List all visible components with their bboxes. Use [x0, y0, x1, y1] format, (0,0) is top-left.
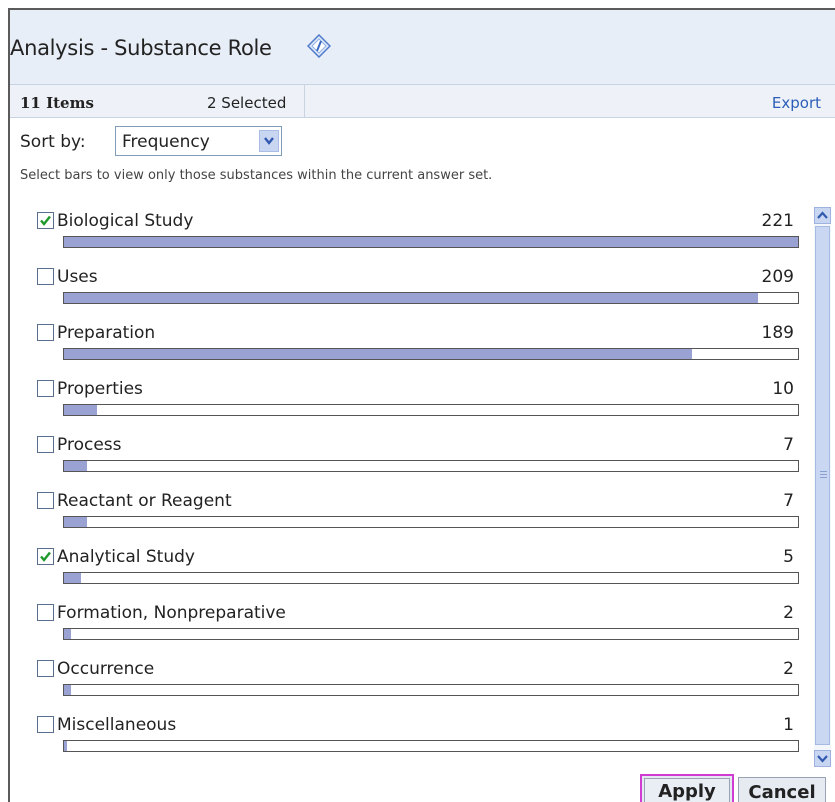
cancel-button[interactable]: Cancel: [738, 777, 826, 802]
frequency-bar-fill: [64, 629, 71, 639]
selected-count: 2 Selected: [207, 94, 287, 112]
chevron-up-icon: [817, 211, 828, 219]
frequency-bar-fill: [64, 517, 87, 527]
scroll-up-button[interactable]: [814, 207, 831, 224]
scroll-grip-line: [820, 471, 827, 472]
role-label: Miscellaneous: [57, 715, 177, 735]
scroll-grip-line: [820, 477, 827, 478]
cancel-button-label: Cancel: [748, 782, 816, 802]
scroll-down-button[interactable]: [814, 750, 831, 767]
export-link[interactable]: Export: [772, 94, 821, 112]
frequency-bar[interactable]: [63, 348, 799, 360]
role-label: Process: [57, 435, 122, 455]
role-count: 5: [783, 547, 794, 567]
hint-text: Select bars to view only those substance…: [20, 168, 493, 183]
checkmark-icon: [40, 215, 51, 226]
frequency-bar-fill: [64, 405, 97, 415]
info-diamond-icon[interactable]: [306, 33, 332, 59]
role-checkbox[interactable]: [37, 268, 54, 285]
frequency-bar-fill: [64, 237, 798, 247]
role-count: 1: [783, 715, 794, 735]
role-row: Analytical Study 5: [10, 546, 810, 602]
role-row: Formation, Nonpreparative 2: [10, 602, 810, 658]
role-checkbox[interactable]: [37, 548, 54, 565]
role-row: Properties 10: [10, 378, 810, 434]
role-label: Analytical Study: [57, 547, 195, 567]
sort-label: Sort by:: [20, 132, 86, 152]
apply-button-label: Apply: [658, 780, 716, 802]
frequency-bar[interactable]: [63, 460, 799, 472]
role-checkbox[interactable]: [37, 492, 54, 509]
frequency-bar[interactable]: [63, 572, 799, 584]
frequency-bar[interactable]: [63, 628, 799, 640]
apply-button[interactable]: Apply: [640, 774, 734, 802]
summary-divider: [304, 85, 305, 118]
role-label: Reactant or Reagent: [57, 491, 232, 511]
frequency-bar[interactable]: [63, 236, 799, 248]
checkmark-icon: [40, 551, 51, 562]
role-checkbox[interactable]: [37, 380, 54, 397]
frequency-bar[interactable]: [63, 404, 799, 416]
summary-bar: 11 Items 2 Selected Export: [10, 84, 835, 118]
frequency-bar[interactable]: [63, 740, 799, 752]
frequency-bar[interactable]: [63, 292, 799, 304]
role-count: 221: [761, 211, 794, 231]
analysis-panel: Analysis - Substance Role 11 Items 2 Sel…: [8, 8, 835, 802]
role-checkbox[interactable]: [37, 436, 54, 453]
role-label: Uses: [57, 267, 98, 287]
chevron-down-icon: [817, 755, 828, 763]
scroll-thumb[interactable]: [815, 226, 830, 745]
items-count: 11 Items: [20, 94, 94, 112]
role-count: 7: [783, 435, 794, 455]
role-row: Preparation 189: [10, 322, 810, 378]
role-row: Miscellaneous 1: [10, 714, 810, 770]
role-row: Reactant or Reagent 7: [10, 490, 810, 546]
role-count: 10: [772, 379, 794, 399]
role-checkbox[interactable]: [37, 324, 54, 341]
role-checkbox[interactable]: [37, 604, 54, 621]
panel-title: Analysis - Substance Role: [10, 36, 272, 60]
role-count: 2: [783, 659, 794, 679]
scrollbar[interactable]: [814, 207, 831, 767]
frequency-bar-fill: [64, 293, 758, 303]
chevron-down-icon[interactable]: [259, 130, 279, 152]
role-row: Process 7: [10, 434, 810, 490]
role-checkbox[interactable]: [37, 212, 54, 229]
role-label: Biological Study: [57, 211, 194, 231]
role-label: Preparation: [57, 323, 156, 343]
role-label: Formation, Nonpreparative: [57, 603, 286, 623]
role-count: 209: [761, 267, 794, 287]
frequency-bar-fill: [64, 349, 692, 359]
role-checkbox[interactable]: [37, 660, 54, 677]
frequency-bar-fill: [64, 741, 67, 751]
role-row: Biological Study 221: [10, 210, 810, 266]
role-checkbox[interactable]: [37, 716, 54, 733]
sort-select[interactable]: Frequency: [115, 126, 282, 156]
role-count: 7: [783, 491, 794, 511]
role-label: Properties: [57, 379, 143, 399]
frequency-bar-fill: [64, 461, 87, 471]
role-row: Occurrence 2: [10, 658, 810, 714]
frequency-bar-fill: [64, 573, 81, 583]
role-count: 2: [783, 603, 794, 623]
sort-select-value: Frequency: [122, 132, 210, 152]
frequency-bar[interactable]: [63, 684, 799, 696]
role-label: Occurrence: [57, 659, 155, 679]
role-count: 189: [761, 323, 794, 343]
role-row: Uses 209: [10, 266, 810, 322]
title-bar: Analysis - Substance Role: [10, 10, 835, 84]
scroll-grip-line: [820, 474, 827, 475]
frequency-bar-fill: [64, 685, 71, 695]
frequency-bar[interactable]: [63, 516, 799, 528]
